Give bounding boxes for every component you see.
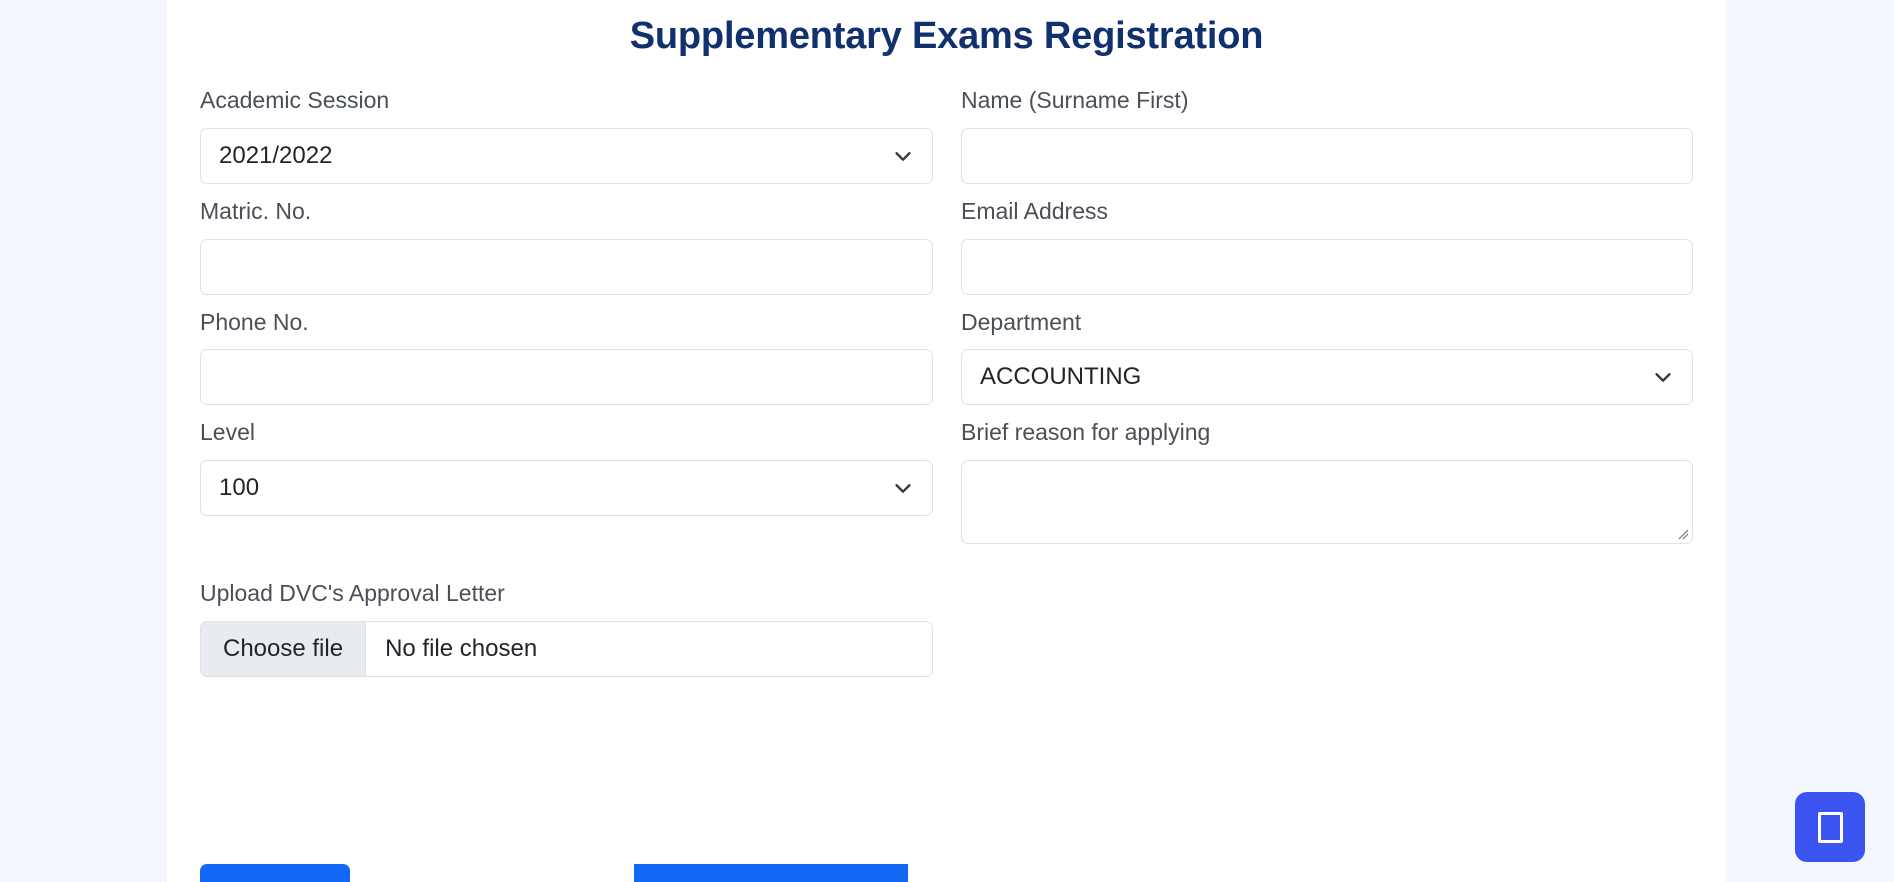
label-level: Level <box>200 419 255 446</box>
registration-form: Academic Session 2021/2022 Matric. No. P… <box>167 83 1726 554</box>
select-academic-session[interactable]: 2021/2022 <box>200 128 933 185</box>
upload-section: Upload DVC's Approval Letter Choose file… <box>167 576 1726 677</box>
registration-card: Supplementary Exams Registration Academi… <box>167 0 1726 882</box>
chevron-down-icon <box>892 145 914 167</box>
input-matric-no[interactable] <box>200 238 933 295</box>
label-matric-no: Matric. No. <box>200 198 312 225</box>
label-department: Department <box>961 308 1082 335</box>
chevron-down-icon <box>892 477 914 499</box>
textarea-brief-reason[interactable] <box>961 459 1693 544</box>
field-matric-no: Matric. No. <box>200 194 933 295</box>
secondary-action-button[interactable] <box>634 864 908 882</box>
select-academic-session-value: 2021/2022 <box>219 142 333 170</box>
field-level: Level 100 <box>200 415 933 516</box>
page-title: Supplementary Exams Registration <box>629 15 1264 57</box>
label-phone-no: Phone No. <box>200 308 309 335</box>
label-email-address: Email Address <box>961 198 1109 225</box>
resize-grip-icon[interactable] <box>1676 527 1690 541</box>
select-level[interactable]: 100 <box>200 459 933 516</box>
field-name: Name (Surname First) <box>961 83 1693 185</box>
form-actions <box>200 864 1690 882</box>
choose-file-button[interactable]: Choose file <box>201 621 367 676</box>
file-input-upload-letter[interactable]: Choose file No file chosen <box>200 620 933 677</box>
label-name: Name (Surname First) <box>961 87 1189 114</box>
form-column-right: Name (Surname First) Email Address Depar… <box>961 83 1693 554</box>
field-email-address: Email Address <box>961 194 1693 295</box>
rectangle-outline-icon <box>1817 811 1843 843</box>
submit-button[interactable] <box>200 864 350 882</box>
select-department-value: ACCOUNTING <box>980 363 1142 391</box>
select-department[interactable]: ACCOUNTING <box>961 349 1693 406</box>
field-department: Department ACCOUNTING <box>961 305 1693 406</box>
file-status-text: No file chosen <box>385 634 538 662</box>
floating-action-button[interactable] <box>1795 792 1865 862</box>
input-name[interactable] <box>961 128 1693 185</box>
field-academic-session: Academic Session 2021/2022 <box>200 83 933 185</box>
select-level-value: 100 <box>219 473 260 501</box>
label-brief-reason: Brief reason for applying <box>961 419 1211 446</box>
input-phone-no[interactable] <box>200 349 933 406</box>
field-upload-letter: Upload DVC's Approval Letter Choose file… <box>200 576 933 677</box>
label-academic-session: Academic Session <box>200 87 390 114</box>
input-email-address[interactable] <box>961 238 1693 295</box>
label-upload-letter: Upload DVC's Approval Letter <box>200 579 505 606</box>
upload-section-spacer <box>961 576 1693 677</box>
chevron-down-icon <box>1652 366 1674 388</box>
field-phone-no: Phone No. <box>200 305 933 406</box>
form-column-left: Academic Session 2021/2022 Matric. No. P… <box>200 83 933 554</box>
field-brief-reason: Brief reason for applying <box>961 415 1693 544</box>
page-root: Supplementary Exams Registration Academi… <box>0 0 1894 882</box>
